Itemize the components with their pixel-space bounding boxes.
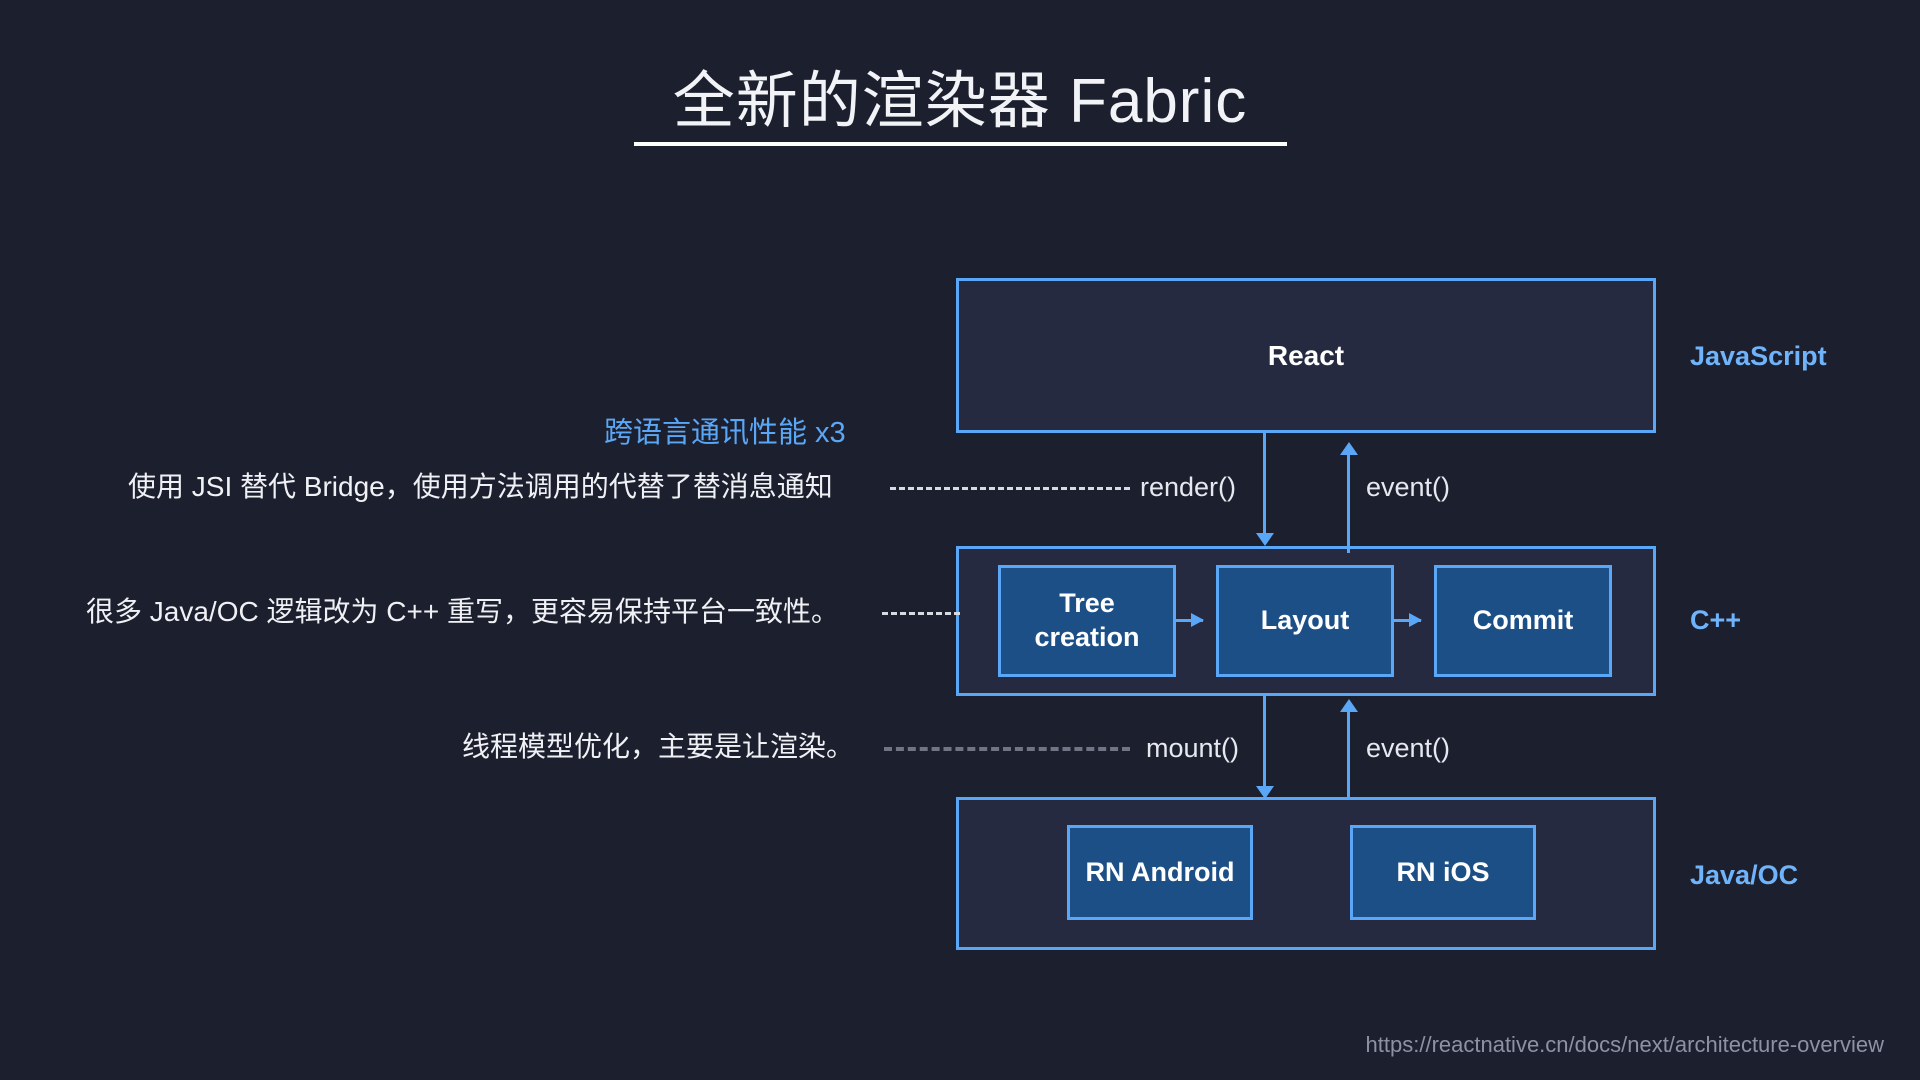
annotation-highlight: 跨语言通讯性能 x3 [604,417,846,449]
annotation-jsi-bridge: 使用 JSI 替代 Bridge，使用方法调用的代替了替消息通知 [128,471,833,502]
dashed-connector-2 [882,612,960,615]
arrow-label-render: render() [1140,472,1237,502]
arrow-down-mount-icon [1255,696,1274,799]
architecture-diagram: React JavaScript Tree creation Layout Co… [0,0,1920,1080]
platform-label-native: Java/OC [1690,860,1799,890]
stage-box-tree-creation[interactable]: Tree creation [998,565,1176,677]
arrow-down-render-icon [1255,433,1274,546]
arrow-up-event-top-icon [1339,442,1358,553]
arrow-tree-to-layout-icon [1176,613,1204,627]
stage-label-tree-creation: Tree creation [1034,587,1139,655]
stage-box-layout[interactable]: Layout [1216,565,1394,677]
platform-label-javascript: JavaScript [1690,341,1827,371]
annotation-cpp-rewrite: 很多 Java/OC 逻辑改为 C++ 重写，更容易保持平台一致性。 [86,596,839,627]
dashed-connector-1 [890,487,1130,490]
arrow-label-event-bottom: event() [1366,733,1451,763]
source-url[interactable]: https://reactnative.cn/docs/next/archite… [1366,1032,1884,1058]
layer-box-native[interactable] [956,797,1656,950]
arrow-layout-to-commit-icon [1394,613,1422,627]
stage-label-tree-creation-line2: creation [1034,622,1140,652]
stage-label-tree-creation-line1: Tree [1059,588,1115,619]
layer-label-react: React [1267,339,1345,371]
arrow-up-event-bottom-icon [1339,699,1358,798]
layer-box-javascript[interactable]: React [956,278,1656,433]
annotation-thread-model: 线程模型优化，主要是让渲染。 [462,731,855,762]
arrow-label-mount: mount() [1146,733,1240,763]
stage-box-commit[interactable]: Commit [1434,565,1612,677]
target-box-rn-ios[interactable]: RN iOS [1350,825,1536,920]
arrow-label-event-top: event() [1366,472,1451,502]
platform-label-cpp: C++ [1690,605,1742,635]
target-box-rn-android[interactable]: RN Android [1067,825,1253,920]
dashed-connector-3 [884,747,1130,751]
